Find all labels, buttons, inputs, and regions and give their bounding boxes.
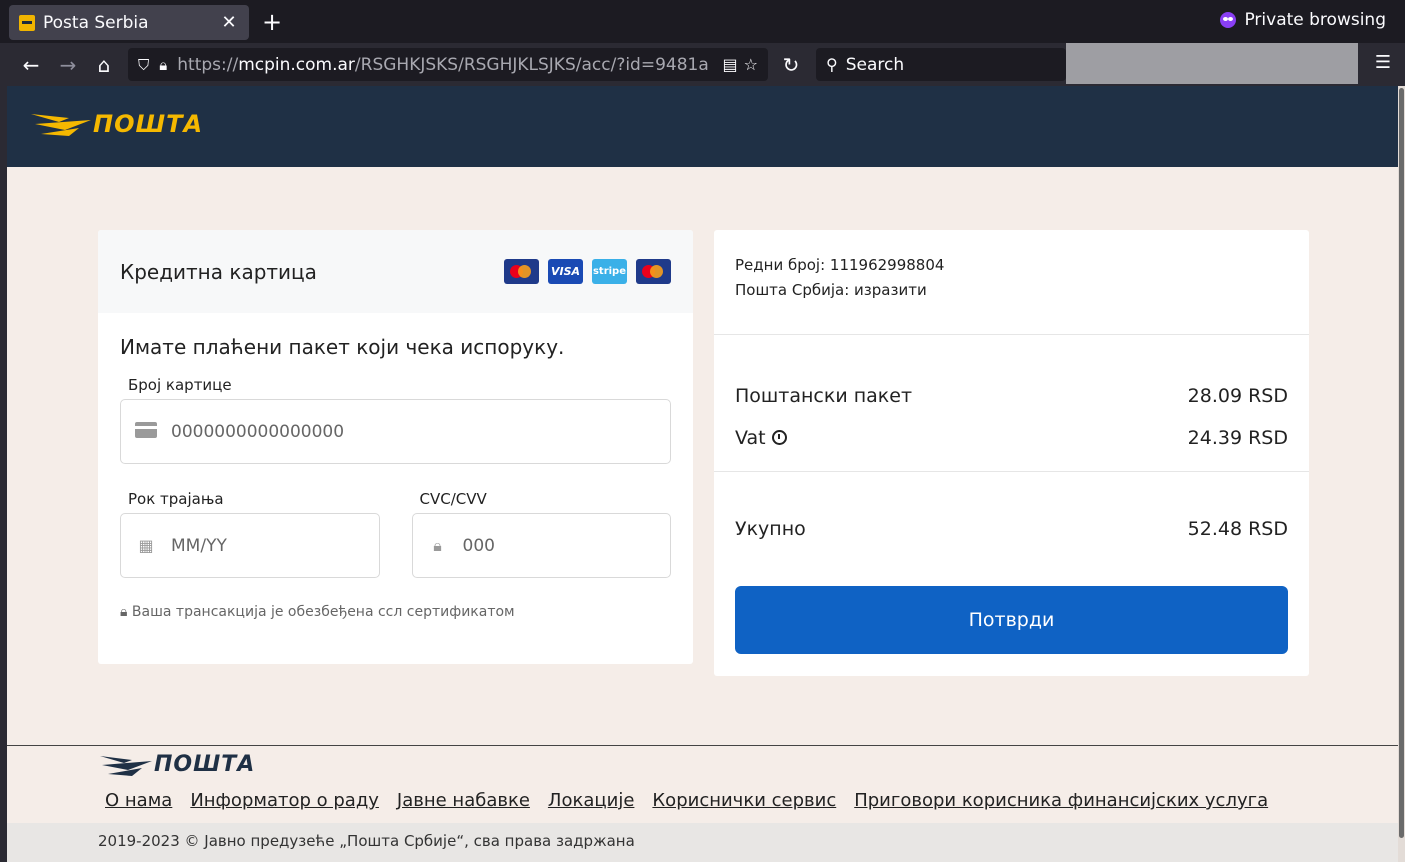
address-bar[interactable]: ⛉ 🔒︎ https:// mcpin.com.ar /RSGHKJSKS/RS…	[128, 48, 768, 81]
private-browsing-indicator: Private browsing	[1220, 10, 1386, 30]
secure-note: 🔒︎ Ваша трансакција је обезбеђена ссл се…	[120, 604, 671, 620]
forward-arrow-icon[interactable]: →	[54, 51, 82, 79]
url-path: /RSGHKJSKS/RSGHJKLSJKS/acc/?id=9481a	[354, 54, 709, 75]
line-item-label: Vat	[735, 427, 766, 449]
confirm-button[interactable]: Потврди	[735, 586, 1288, 654]
search-icon: ⚲	[826, 55, 838, 74]
total-row: Укупно 52.48 RSD	[735, 508, 1288, 550]
footer-link-customer-service[interactable]: Кориснички сервис	[652, 790, 836, 811]
order-number: Редни број: 111962998804	[735, 256, 945, 274]
credit-card-panel: Кредитна картица VISA stripe Имате плаће…	[98, 230, 693, 664]
footer-logo-text: ПОШТА	[154, 752, 256, 777]
expiry-input[interactable]: ▦ MM/YY	[120, 513, 380, 578]
footer-link-locations[interactable]: Локације	[548, 790, 634, 811]
package-message: Имате плаћени пакет који чека испоруку.	[120, 335, 565, 359]
close-tab-icon[interactable]: ✕	[219, 12, 239, 33]
cvc-input[interactable]: 🔒︎ 000	[411, 513, 671, 578]
lock-icon[interactable]: 🔒︎	[159, 56, 167, 74]
private-browsing-label: Private browsing	[1244, 10, 1386, 30]
small-lock-icon: 🔒︎	[120, 604, 128, 620]
card-brands: VISA stripe	[504, 259, 671, 284]
visa-icon: VISA	[548, 259, 583, 284]
toolbar-redacted-area	[1066, 43, 1358, 84]
total-amount: 52.48 RSD	[1187, 518, 1288, 540]
hamburger-menu-icon[interactable]: ☰	[1375, 52, 1391, 73]
line-item-amount: 24.39 RSD	[1187, 427, 1288, 449]
cvc-placeholder: 000	[462, 535, 495, 556]
page-scrollbar[interactable]	[1398, 86, 1405, 862]
secure-note-text: Ваша трансакција је обезбеђена ссл серти…	[131, 604, 515, 620]
card-number-label: Број картице	[128, 376, 232, 394]
card-number-placeholder: 0000000000000000	[171, 421, 345, 442]
footer-link-about[interactable]: О нама	[105, 790, 172, 811]
new-tab-button[interactable]: +	[260, 7, 284, 37]
card-number-input[interactable]: 0000000000000000	[120, 399, 671, 464]
posta-favicon-icon	[19, 14, 35, 31]
credit-card-form: Имате плаћени пакет који чека испоруку. …	[98, 313, 693, 642]
footer-link-informator[interactable]: Информатор о раду	[190, 790, 379, 811]
scrollbar-thumb[interactable]	[1399, 88, 1404, 838]
footer-links: О нама Информатор о раду Јавне набавке Л…	[105, 790, 1268, 811]
credit-card-icon	[135, 421, 157, 442]
cvc-label: CVC/CVV	[419, 490, 487, 508]
page-viewport: ПОШТА Кредитна картица VISA stripe Имате…	[7, 86, 1398, 862]
site-header: ПОШТА	[7, 86, 1398, 167]
footer-link-procurement[interactable]: Јавне набавке	[397, 790, 530, 811]
stripe-icon: stripe	[592, 259, 627, 284]
copyright-text: 2019-2023 © Јавно предузеће „Пошта Србиј…	[98, 832, 635, 850]
expiry-label: Рок трајања	[128, 490, 224, 508]
calendar-icon: ▦	[138, 536, 154, 555]
search-placeholder: Search	[845, 54, 905, 75]
posta-bird-icon	[31, 114, 91, 136]
url-scheme: https://	[177, 54, 239, 75]
search-input[interactable]: ⚲ Search	[816, 48, 1066, 81]
posta-logo[interactable]: ПОШТА	[29, 110, 203, 138]
footer-link-complaints[interactable]: Приговори корисника финансијских услуга	[854, 790, 1268, 811]
order-total: Укупно 52.48 RSD	[714, 472, 1309, 550]
shield-icon[interactable]: ⛉	[138, 56, 149, 74]
total-label: Укупно	[735, 518, 806, 540]
back-arrow-icon[interactable]: ←	[17, 51, 45, 79]
footer-bird-icon	[100, 755, 152, 776]
clock-icon	[771, 430, 787, 445]
credit-card-header: Кредитна картица VISA stripe	[98, 230, 693, 313]
posta-logo-text: ПОШТА	[93, 110, 204, 138]
site-footer: ПОШТА О нама Информатор о раду Јавне наб…	[7, 745, 1398, 862]
reader-view-icon[interactable]: ▤	[723, 55, 738, 74]
order-line-items: Поштански пакет 28.09 RSD Vat 24.39 RSD	[714, 335, 1309, 472]
line-item-vat: Vat 24.39 RSD	[735, 417, 1288, 459]
line-item-package: Поштански пакет 28.09 RSD	[735, 375, 1288, 417]
sender-line: Пошта Србија: изразити	[735, 281, 927, 299]
mastercard-icon	[504, 259, 539, 284]
line-item-label: Поштански пакет	[735, 385, 913, 407]
copyright-bar: 2019-2023 © Јавно предузеће „Пошта Србиј…	[7, 823, 1398, 862]
tab-title: Posta Serbia	[43, 12, 149, 33]
line-item-amount: 28.09 RSD	[1187, 385, 1288, 407]
browser-tab-strip: Posta Serbia ✕ + Private browsing	[0, 0, 1405, 43]
maestro-icon	[636, 259, 671, 284]
lock-icon: 🔒︎	[433, 535, 442, 555]
order-info: Редни број: 111962998804 Пошта Србија: и…	[714, 230, 1309, 335]
url-host: mcpin.com.ar	[238, 54, 355, 75]
order-summary-panel: Редни број: 111962998804 Пошта Србија: и…	[714, 230, 1309, 676]
footer-posta-logo[interactable]: ПОШТА	[98, 752, 255, 777]
credit-card-title: Кредитна картица	[120, 259, 317, 284]
home-icon[interactable]: ⌂	[90, 51, 118, 79]
private-mask-icon	[1220, 12, 1237, 28]
browser-tab[interactable]: Posta Serbia ✕	[9, 5, 249, 40]
expiry-placeholder: MM/YY	[171, 535, 227, 556]
reload-icon[interactable]: ↻	[777, 51, 805, 79]
bookmark-star-icon[interactable]: ☆	[744, 55, 758, 74]
